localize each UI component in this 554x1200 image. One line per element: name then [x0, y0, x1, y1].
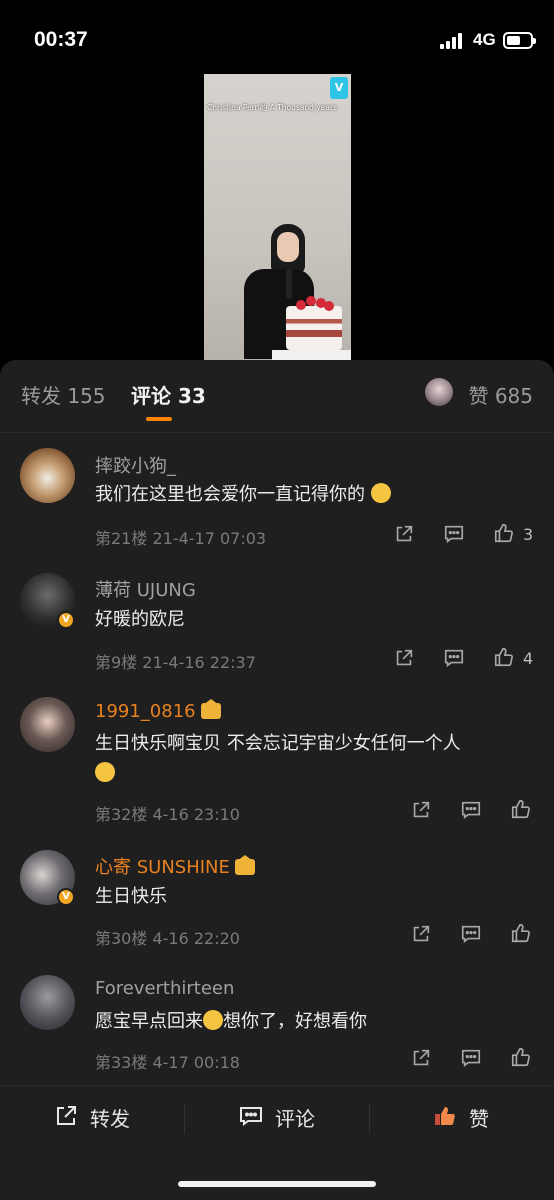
comment-text-content: 想你了，好想看你 [223, 1011, 367, 1032]
video-caption: Christina Perri的 A Thousand years [207, 103, 337, 112]
avatar[interactable] [20, 975, 75, 1030]
like-icon[interactable] [493, 646, 515, 668]
verified-badge-icon: V [57, 611, 75, 629]
tab-repost[interactable]: 转发 155 [21, 380, 106, 409]
like-icon[interactable] [510, 922, 532, 944]
share-icon[interactable] [410, 923, 432, 945]
comment-author-name: 1991_0816 [95, 701, 196, 722]
comment-text-content: 我们在这里也会爱你一直记得你的 [95, 484, 365, 505]
comment-author[interactable]: Foreverthirteen [95, 978, 234, 999]
comment-author[interactable]: 薄荷 UJUNG [95, 576, 196, 602]
signal-icon [440, 33, 466, 49]
screen: 00:37 4G V Christina Perri的 A Thousand y… [0, 0, 554, 1200]
comments-sheet: 转发 155 评论 33 赞 685 摔跤小狗_ 我们在这里也会爱你一直记得你的… [0, 360, 554, 1200]
network-type: 4G [473, 30, 496, 49]
tab-comments[interactable]: 评论 33 [131, 380, 206, 409]
repost-button[interactable]: 转发 [54, 1101, 154, 1131]
birthday-cake [286, 306, 342, 350]
comment-text: 我们在这里也会爱你一直记得你的 [95, 480, 535, 510]
like-icon[interactable] [493, 522, 515, 544]
comment-author[interactable]: 1991_0816 [95, 699, 221, 722]
verified-badge-icon: V [57, 888, 75, 906]
member-crown-icon [234, 855, 255, 875]
rolling-eyes-emoji-icon [370, 483, 391, 503]
repost-icon [57, 1106, 76, 1125]
comment-button[interactable]: 评论 [239, 1101, 339, 1131]
video-person-face [277, 232, 299, 262]
comment-text: 生日快乐啊宝贝 不会忘记宇宙少女任何一个人 [95, 729, 535, 789]
member-crown-icon [200, 699, 221, 719]
comment-label: 评论 [275, 1107, 315, 1131]
home-indicator [178, 1181, 376, 1187]
comment-author-name: 心寄 SUNSHINE [95, 857, 230, 878]
status-time: 00:37 [34, 28, 88, 51]
like-icon[interactable] [510, 1046, 532, 1068]
comment-author[interactable]: 心寄 SUNSHINE [95, 853, 255, 879]
like-count: 4 [523, 649, 534, 668]
comment-meta: 第21楼 21-4-17 07:03 [95, 529, 267, 548]
comment-icon[interactable] [460, 1047, 482, 1069]
repost-label: 转发 [90, 1107, 130, 1131]
comment-icon[interactable] [460, 923, 482, 945]
comment-icon[interactable] [443, 647, 465, 669]
divider [0, 432, 554, 433]
comment-text: 愿宝早点回来 想你了，好想看你 [95, 1007, 535, 1037]
comment-text-content: 愿宝早点回来 [95, 1011, 203, 1032]
share-icon[interactable] [393, 523, 415, 545]
tab-active-indicator [146, 417, 172, 421]
comment-text: 好暖的欧尼 [95, 609, 185, 630]
like-icon[interactable] [510, 798, 532, 820]
divider [369, 1104, 370, 1134]
battery-fill [507, 36, 520, 45]
comment-meta: 第9楼 21-4-16 22:37 [95, 653, 256, 672]
status-bar: 00:37 4G [0, 0, 554, 80]
tab-likes[interactable]: 赞 685 [468, 380, 533, 409]
avatar[interactable] [20, 448, 75, 503]
vlive-logo: V [330, 77, 348, 99]
share-icon[interactable] [393, 647, 415, 669]
liker-avatar [425, 378, 453, 406]
comment-text-content: 生日快乐啊宝贝 不会忘记宇宙少女任何一个人 [95, 733, 461, 754]
comment-icon [240, 1107, 262, 1126]
comment-icon[interactable] [460, 799, 482, 821]
share-icon[interactable] [410, 799, 432, 821]
comment-meta: 第33楼 4-17 00:18 [95, 1053, 240, 1072]
microphone-image [286, 269, 292, 299]
tab-bar: 转发 155 评论 33 赞 685 [0, 360, 554, 430]
comment-text: 生日快乐 [95, 886, 167, 907]
avatar[interactable] [20, 697, 75, 752]
battery-icon [503, 32, 536, 49]
like-label: 赞 [469, 1107, 489, 1131]
comment-author[interactable]: 摔跤小狗_ [95, 452, 176, 478]
cake-box [272, 350, 351, 360]
like-filled-icon [435, 1107, 455, 1125]
comment-icon[interactable] [443, 523, 465, 545]
like-count: 3 [523, 525, 534, 544]
divider [184, 1104, 185, 1134]
like-button[interactable]: 赞 [433, 1101, 513, 1131]
video-player[interactable]: V Christina Perri的 A Thousand years [204, 74, 351, 360]
rolling-eyes-emoji-icon [203, 1010, 223, 1030]
cake-strawberries [294, 292, 334, 311]
comment-meta: 第32楼 4-16 23:10 [95, 805, 240, 824]
crying-emoji-icon [95, 762, 115, 782]
comment-meta: 第30楼 4-16 22:20 [95, 929, 240, 948]
share-icon[interactable] [410, 1047, 432, 1069]
